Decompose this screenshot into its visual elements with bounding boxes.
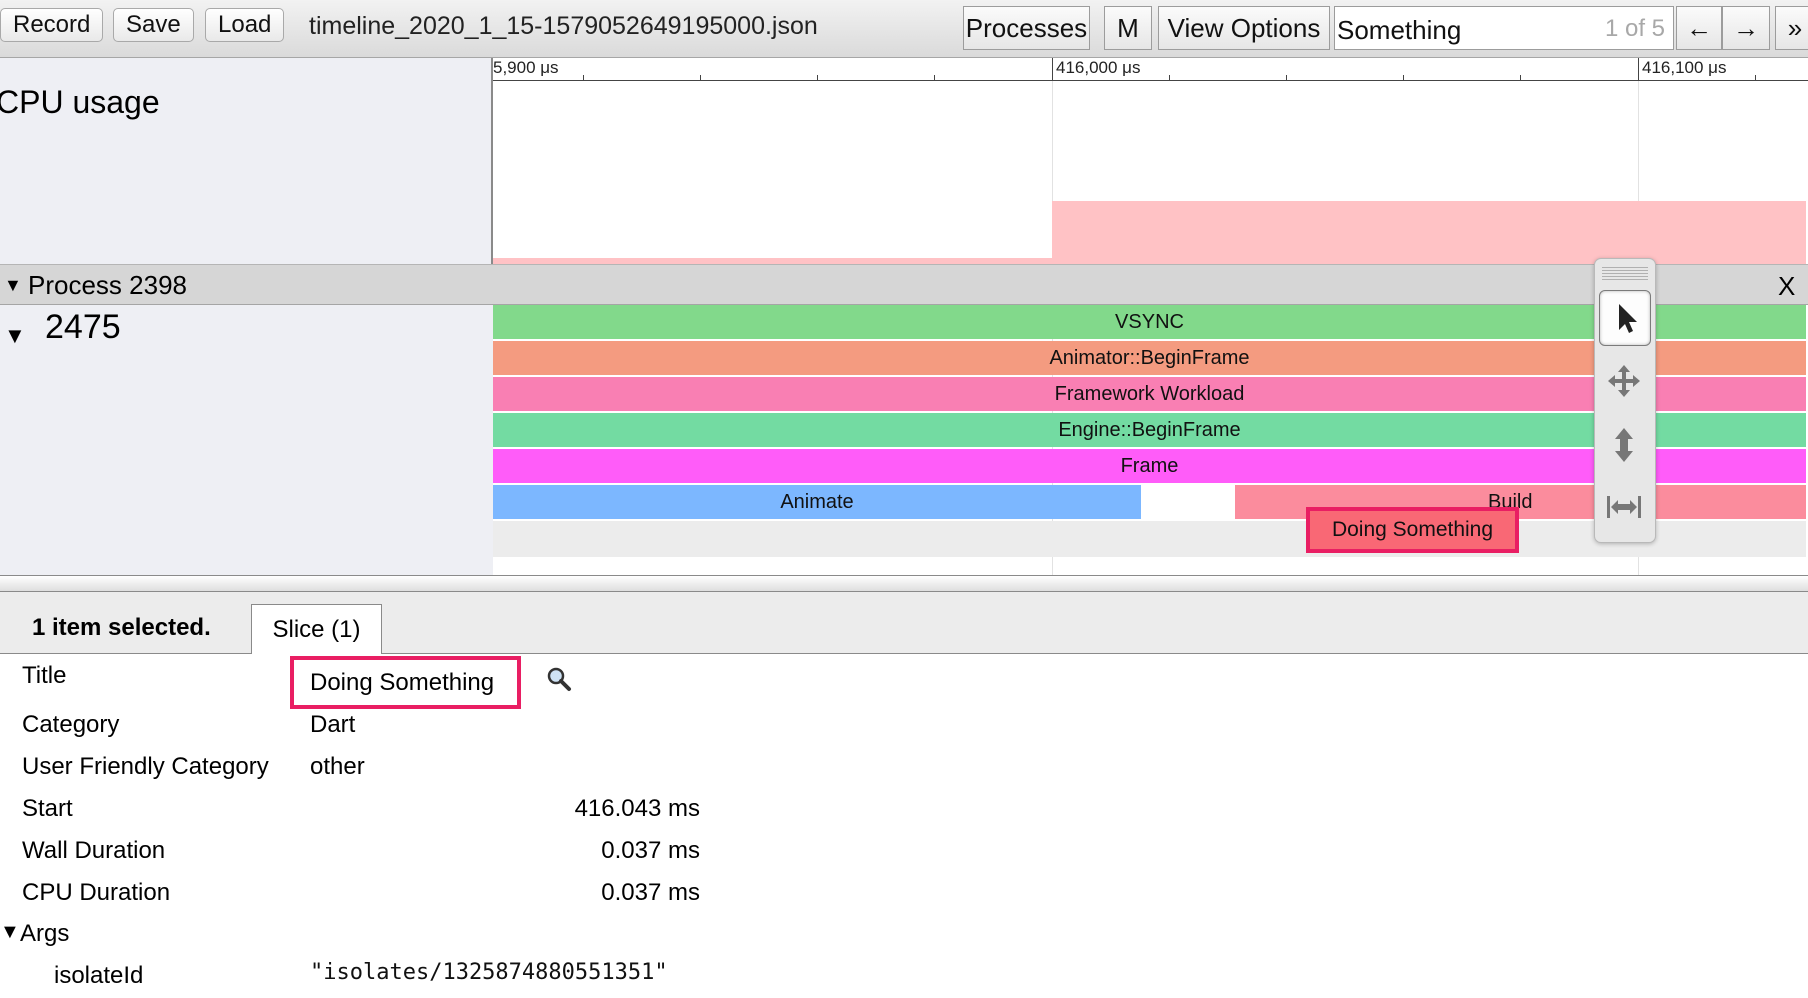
pan-mode-button[interactable] — [1599, 354, 1651, 410]
save-button[interactable]: Save — [113, 8, 194, 42]
wall-duration-label: Wall Duration — [22, 837, 166, 864]
slice-doing-something[interactable]: Doing Something — [1306, 507, 1519, 553]
wall-duration-value: 0.037 ms — [601, 837, 700, 864]
magnifier-icon[interactable] — [546, 666, 572, 697]
user-friendly-category-label: User Friendly Category — [22, 753, 269, 780]
zoom-mode-button[interactable] — [1599, 418, 1651, 474]
vertical-arrows-icon — [1615, 428, 1633, 462]
isolate-id-value: "isolates/1325874880551351" — [310, 960, 668, 985]
cpu-duration-label: CPU Duration — [22, 879, 171, 906]
cpu-usage-area — [1052, 201, 1806, 264]
category-label: Category — [22, 711, 120, 738]
drag-handle[interactable] — [1602, 267, 1648, 281]
find-input-value[interactable]: Something — [1337, 15, 1461, 46]
pointer-icon — [1619, 304, 1637, 333]
timing-mode-button[interactable] — [1599, 480, 1651, 536]
metadata-button[interactable]: M — [1104, 6, 1152, 50]
process-close-button[interactable]: X — [1778, 271, 1795, 302]
thread-expand-icon[interactable]: ▼ — [4, 323, 26, 349]
cpu-usage-label: CPU usage — [0, 84, 160, 120]
slice-details — [0, 654, 1808, 998]
load-button[interactable]: Load — [205, 8, 285, 42]
ruler-major-tick — [1638, 58, 1639, 80]
cpu-usage-track[interactable] — [493, 81, 1806, 264]
ruler-label: 416,000 μs — [1056, 58, 1141, 77]
range-icon — [1607, 496, 1641, 518]
trace-filename: timeline_2020_1_15-1579052649195000.json — [309, 12, 818, 40]
title-value: Doing Something — [290, 656, 521, 709]
mouse-mode-selector[interactable] — [1594, 258, 1656, 543]
time-ruler[interactable]: 5,900 μs 416,000 μs 416,100 μs — [493, 58, 1808, 81]
find-previous-button[interactable]: ← — [1676, 6, 1722, 50]
toolbar: Record Save Load timeline_2020_1_15-1579… — [0, 0, 1808, 58]
title-label: Title — [22, 662, 67, 689]
ruler-label: 416,100 μs — [1642, 58, 1727, 77]
selection-count: 1 item selected. — [32, 614, 211, 641]
panel-resize-divider[interactable] — [0, 575, 1808, 592]
args-expand-icon[interactable]: ▼ — [0, 921, 20, 944]
args-label: Args — [20, 920, 70, 947]
slice-animate[interactable]: Animate — [493, 485, 1141, 519]
move-icon — [1608, 365, 1640, 397]
process-title: Process 2398 — [28, 270, 187, 300]
view-options-button[interactable]: View Options — [1158, 6, 1330, 50]
cpu-duration-value: 0.037 ms — [601, 879, 700, 906]
start-label: Start — [22, 795, 73, 822]
find-next-button[interactable]: → — [1722, 6, 1770, 50]
user-friendly-category-value: other — [310, 753, 365, 780]
analysis-panel-header: 1 item selected. Slice (1) — [0, 592, 1808, 655]
find-field[interactable]: Something 1 of 5 — [1334, 6, 1674, 50]
thread-id-label: 2475 — [45, 308, 121, 346]
process-expand-icon[interactable]: ▼ — [4, 275, 22, 296]
selection-mode-button[interactable] — [1599, 290, 1651, 346]
record-button[interactable]: Record — [0, 8, 104, 42]
overflow-button[interactable]: » — [1775, 6, 1808, 50]
start-value: 416.043 ms — [574, 795, 700, 822]
category-value: Dart — [310, 711, 356, 738]
process-header[interactable]: ▼ Process 2398 X — [0, 264, 1808, 305]
find-match-count: 1 of 5 — [1604, 15, 1665, 42]
isolate-id-label: isolateId — [54, 962, 144, 989]
processes-button[interactable]: Processes — [963, 6, 1090, 50]
tab-slice[interactable]: Slice (1) — [251, 604, 382, 655]
ruler-label: 5,900 μs — [493, 58, 559, 77]
ruler-major-tick — [1052, 58, 1053, 80]
